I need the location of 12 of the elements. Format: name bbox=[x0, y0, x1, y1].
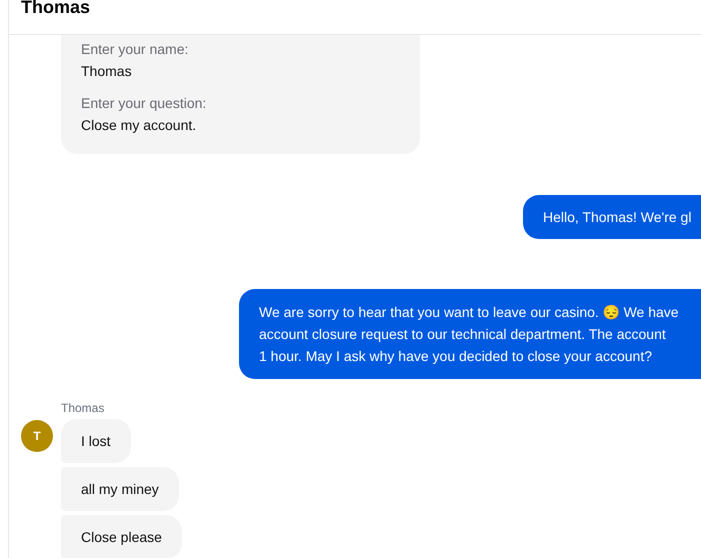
message-bubble: Close please bbox=[61, 515, 182, 558]
avatar: T bbox=[21, 420, 53, 452]
message-bubble: Hello, Thomas! We're gl bbox=[523, 195, 701, 239]
message-bubble: all my miney bbox=[61, 467, 179, 511]
field-label: Enter your name: bbox=[81, 40, 190, 58]
message-bubble: We are sorry to hear that you want to leave our casino. 😔 We have account closure request to our technical department. The account 1 hour. May I ask why have you decided to close your account? bbox=[239, 289, 701, 379]
chat-title: Thomas bbox=[21, 0, 90, 16]
sender-name: Thomas bbox=[61, 401, 106, 415]
field-value: Thomas bbox=[81, 62, 133, 80]
message-bubble: I lost bbox=[61, 419, 131, 463]
field-label: Enter your question: bbox=[81, 94, 208, 112]
field-value: Close my account. bbox=[81, 116, 198, 134]
